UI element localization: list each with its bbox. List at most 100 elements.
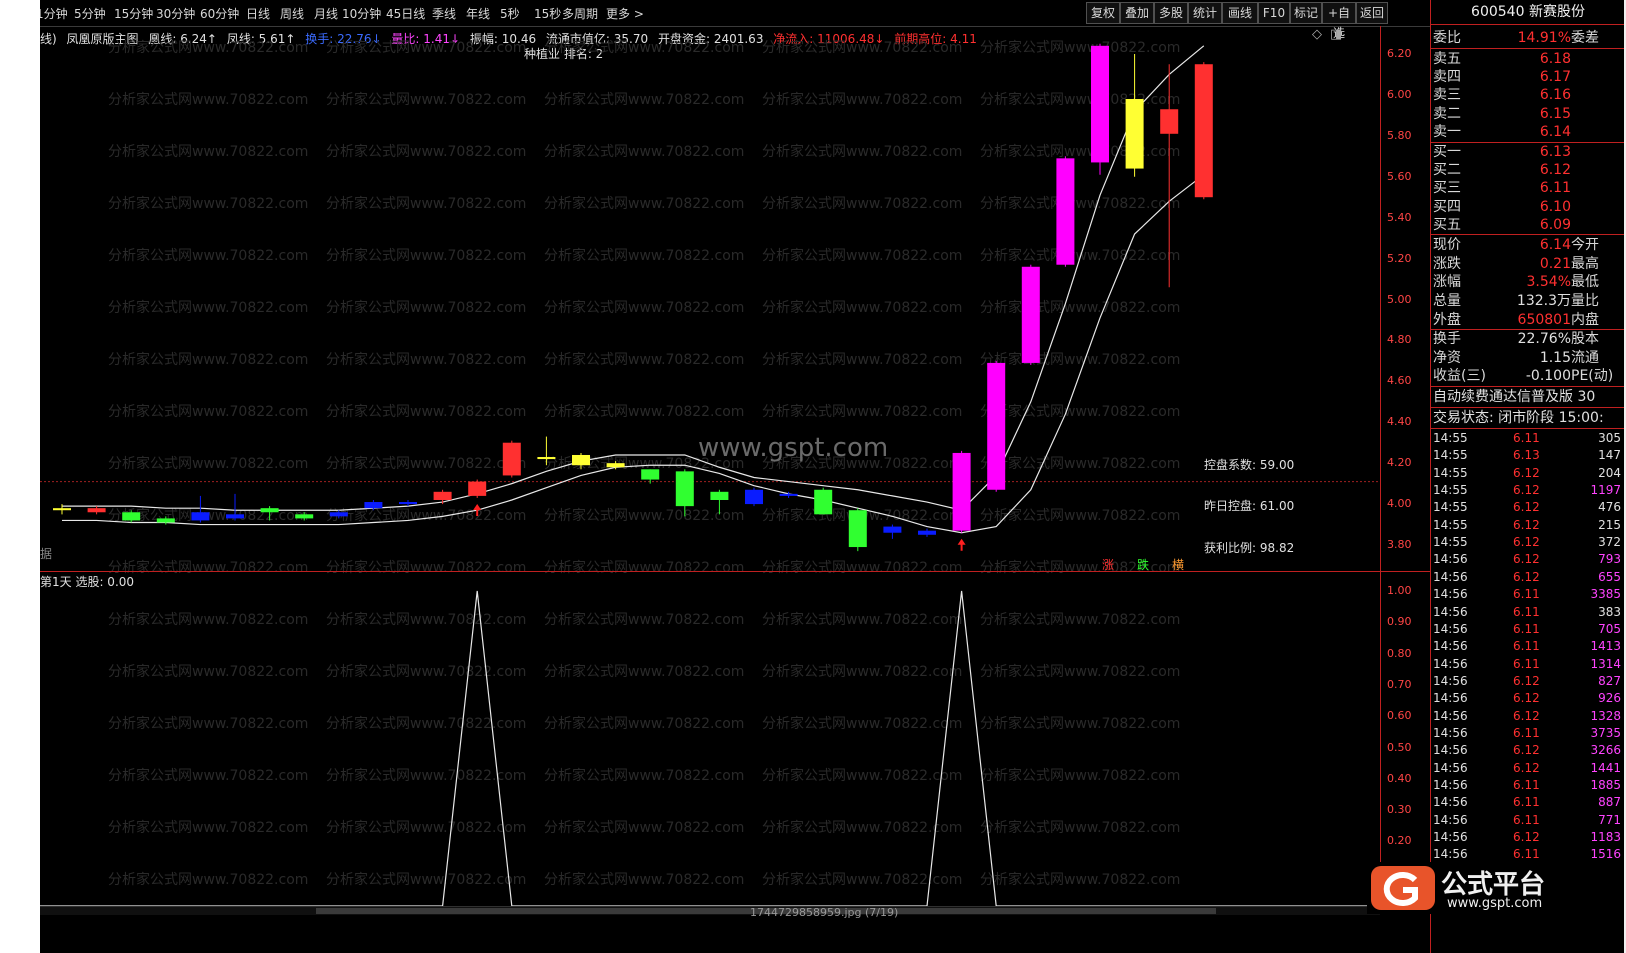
period-tab[interactable]: 周线 — [280, 5, 304, 22]
tick-row: 14:56 6.12 1441 — [1431, 760, 1624, 777]
quote-tail-label: PE(动) — [1571, 368, 1614, 385]
toolbar-button[interactable]: 复权 — [1086, 2, 1120, 24]
tick-price: 6.12 — [1513, 569, 1540, 584]
quote-row: 卖二 6.15 — [1431, 105, 1624, 123]
candle — [122, 510, 141, 523]
quote-row: 买四 6.10 — [1431, 198, 1624, 216]
tick-price: 6.13 — [1513, 448, 1540, 463]
tick-price: 6.11 — [1513, 778, 1540, 792]
candle-body — [364, 502, 383, 509]
quote-row: 涨跌 0.21 最高 — [1431, 255, 1624, 273]
candle-body — [433, 491, 452, 500]
toolbar-button[interactable]: 画线 — [1222, 2, 1258, 24]
stock-title[interactable]: 600540 新赛股份 — [1431, 0, 1624, 25]
chart-window: 1分钟 5分钟 15分钟30分钟 60分钟日线周线月线10分钟 45日线季线年线 5秒 15… — [40, 0, 1624, 953]
logo: 公式平台 www.gspt.com — [1367, 862, 1563, 914]
candle-body — [156, 518, 175, 523]
tick-volume: 147 — [1598, 448, 1621, 463]
quote-value: 6.12 — [1539, 162, 1571, 179]
period-tab[interactable]: 30分钟 — [156, 5, 195, 22]
candle — [226, 493, 244, 521]
quote-value: 0.21 — [1539, 255, 1571, 272]
period-tab[interactable]: 5秒 — [500, 5, 520, 22]
signal-axis: 1.00 0.90 0.80 0.70 0.60 0.50 0.40 0.30 0.20 — [1380, 572, 1429, 912]
candle-body — [675, 471, 694, 507]
signal-tick: 0.70 — [1387, 677, 1412, 691]
candle-body — [641, 469, 660, 480]
toolbar-button[interactable]: 标记 — [1290, 2, 1322, 24]
quote-value: 6.16 — [1539, 87, 1571, 104]
candle-body — [1056, 158, 1075, 265]
toolbar-button[interactable]: 统计 — [1188, 2, 1222, 24]
tick-row: 14:56 6.11 3385 — [1431, 586, 1624, 603]
period-tab[interactable]: 季线 — [432, 5, 456, 22]
toolbar-button[interactable]: +自选 — [1322, 2, 1356, 40]
quote-tail-label: 委差 — [1571, 30, 1599, 46]
tick-volume: 655 — [1598, 569, 1621, 584]
tick-time: 14:56 — [1433, 812, 1468, 827]
period-tab[interactable]: 月线 — [314, 5, 338, 22]
quote-row: 涨幅 3.54% 最低 — [1431, 273, 1624, 291]
tick-volume: 1885 — [1590, 778, 1621, 792]
tick-time: 14:56 — [1433, 708, 1468, 723]
toolbar-button[interactable]: 多股 — [1154, 2, 1188, 24]
quote-label: 买一 — [1433, 144, 1461, 160]
candle-body — [1160, 109, 1179, 134]
candle-body — [122, 512, 141, 521]
period-tab[interactable]: 1分钟 — [40, 5, 68, 22]
control-coefficient: 控盘系数: 59.00 — [1204, 458, 1295, 472]
period-tab[interactable]: 45日线 — [386, 5, 425, 22]
toolbar-button[interactable]: F10 — [1258, 2, 1290, 24]
quote-label: 买二 — [1433, 162, 1461, 179]
candle-body — [1125, 99, 1144, 169]
period-tab[interactable]: 更多 > — [606, 5, 644, 22]
tick-price: 6.12 — [1513, 708, 1540, 723]
tick-volume: 383 — [1598, 604, 1621, 619]
tick-price: 6.11 — [1513, 847, 1540, 862]
candle — [191, 495, 210, 523]
period-tab[interactable]: 年线 — [466, 5, 490, 22]
candle — [295, 512, 314, 521]
quote-value: 6.14 — [1539, 237, 1571, 253]
toolbar-button[interactable]: 返回 — [1356, 2, 1388, 24]
quote-row: 现价 6.14 今开 — [1431, 236, 1624, 254]
signal-tick: 0.30 — [1387, 803, 1412, 817]
quote-tail-label: 今开 — [1571, 237, 1599, 253]
quote-value: 650801 — [1517, 311, 1571, 328]
quote-tail-label: 最低 — [1571, 274, 1599, 291]
tick-volume: 827 — [1598, 673, 1621, 688]
tick-price: 6.12 — [1513, 483, 1540, 498]
tick-row: 14:56 6.11 771 — [1431, 812, 1624, 829]
horizontal-scrollbar[interactable] — [40, 906, 1380, 915]
period-tab[interactable]: 60分钟 — [200, 5, 239, 22]
quote-value: 22.76% — [1517, 331, 1571, 347]
tick-time: 14:55 — [1433, 465, 1468, 480]
quote-tail-label: 股本 — [1571, 331, 1599, 347]
candle-body — [987, 362, 1006, 490]
period-tab[interactable]: 5分钟 — [74, 5, 106, 22]
period-tab[interactable]: 15分钟 — [114, 5, 153, 22]
period-tab[interactable]: 10分钟 — [342, 5, 381, 22]
quote-row: 换手 22.76% 股本 — [1431, 330, 1624, 348]
quote-row: 卖一 6.14 — [1431, 123, 1624, 141]
logo-url: www.gspt.com — [1447, 896, 1543, 911]
price-tick: 5.20 — [1387, 251, 1412, 265]
candle — [745, 487, 763, 507]
period-tab[interactable]: 15秒 — [534, 5, 561, 22]
toolbar-button[interactable]: 叠加 — [1120, 2, 1154, 24]
tick-time: 14:55 — [1433, 448, 1468, 463]
tick-price: 6.12 — [1513, 830, 1540, 845]
select-signal-chart — [40, 590, 1380, 907]
quote-value: 132.3万 — [1516, 293, 1571, 310]
tick-row: 14:55 6.12 1197 — [1431, 482, 1624, 499]
candle — [848, 508, 867, 552]
price-tick: 5.80 — [1387, 128, 1412, 142]
tick-price: 6.11 — [1513, 604, 1540, 619]
tick-volume: 705 — [1598, 621, 1621, 636]
quote-label: 卖二 — [1433, 105, 1461, 122]
tick-price: 6.11 — [1513, 587, 1540, 602]
period-tab[interactable]: 日线 — [246, 5, 270, 22]
tick-volume: 3735 — [1590, 725, 1621, 740]
period-tab[interactable]: 多周期 — [562, 5, 598, 22]
candle — [918, 528, 936, 537]
